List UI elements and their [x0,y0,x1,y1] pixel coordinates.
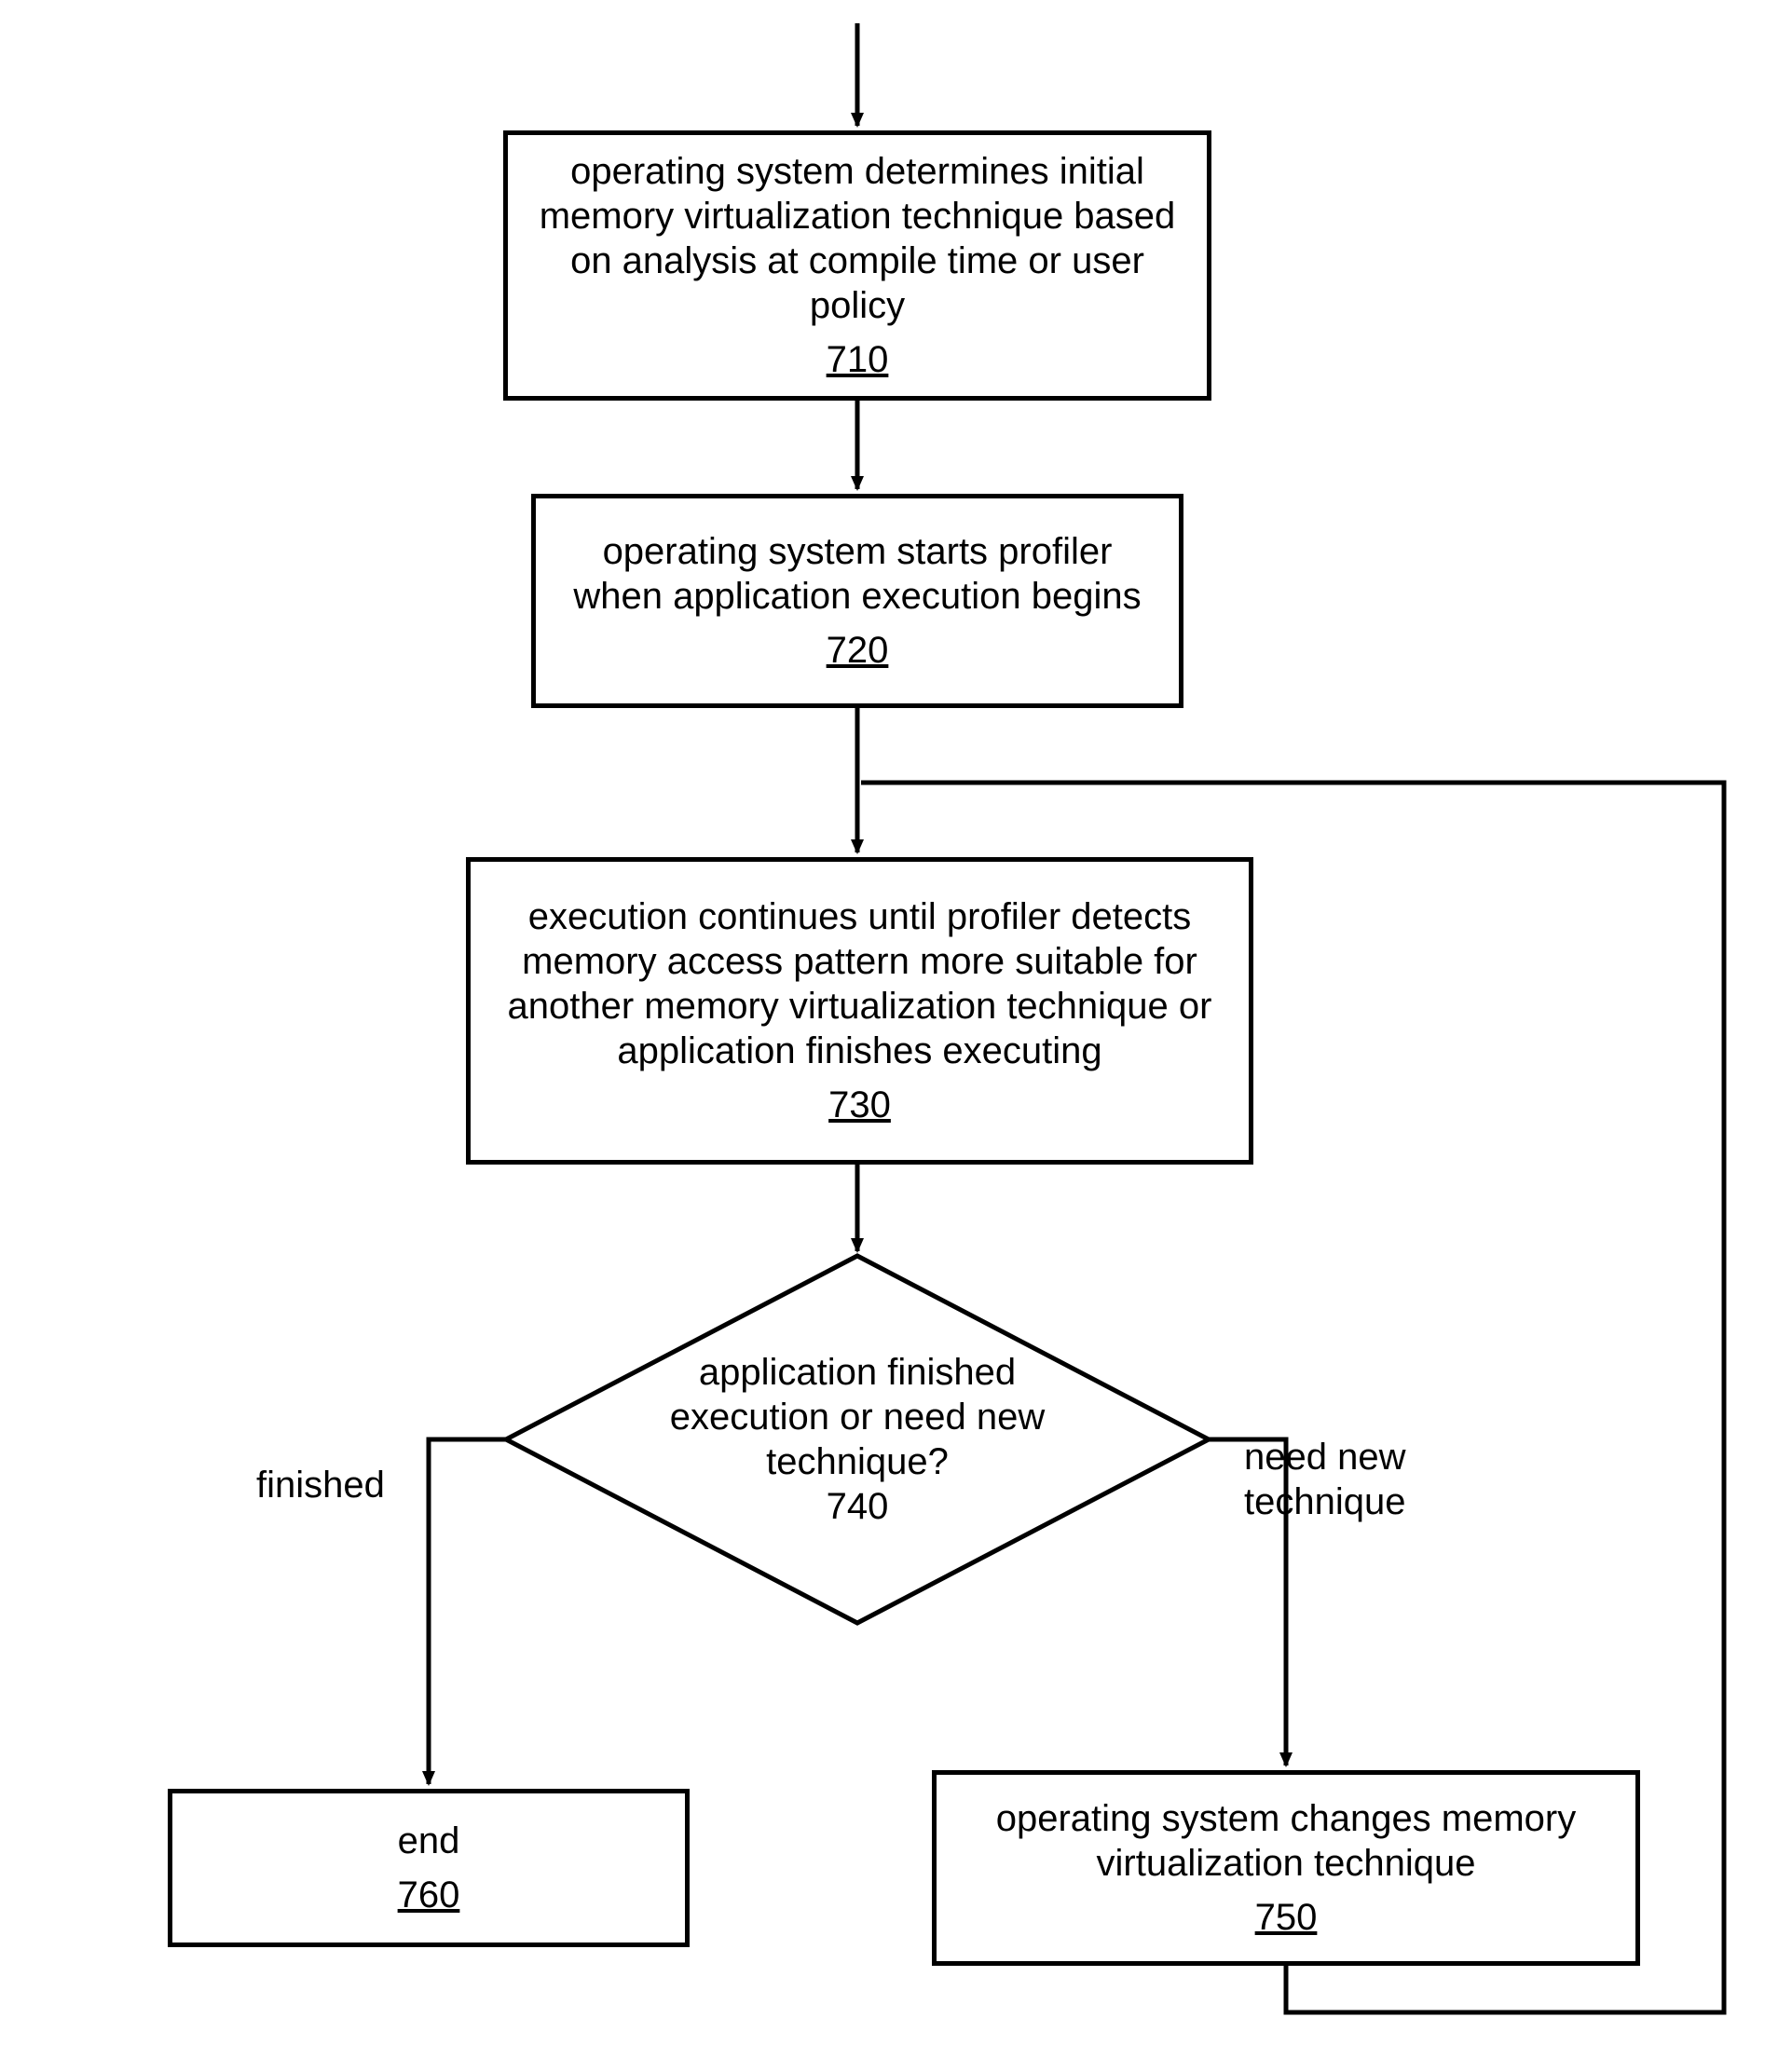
decision-text: application finished execution or need n… [615,1350,1100,1484]
process-number: 720 [827,628,889,673]
process-text: operating system determines initial memo… [536,149,1179,328]
process-box-750: operating system changes memory virtuali… [932,1770,1640,1966]
decision-number: 740 [827,1484,889,1529]
terminator-text: end [398,1819,460,1863]
decision-text-wrap: application finished execution or need n… [615,1328,1100,1551]
process-number: 730 [828,1083,891,1127]
process-box-730: execution continues until profiler detec… [466,857,1253,1165]
terminator-box-760: end 760 [168,1789,690,1947]
terminator-number: 760 [398,1873,460,1917]
process-number: 710 [827,337,889,382]
process-text: execution continues until profiler detec… [499,894,1221,1073]
edge-label-finished: finished [256,1463,385,1507]
decision-740: application finished execution or need n… [503,1253,1211,1626]
process-box-720: operating system starts profiler when ap… [531,494,1183,708]
process-number: 750 [1255,1895,1318,1940]
process-text: operating system changes memory virtuali… [964,1796,1607,1886]
process-text: operating system starts profiler when ap… [564,529,1151,619]
process-box-710: operating system determines initial memo… [503,130,1211,401]
edge-label-need-new: need new technique [1244,1435,1449,1524]
